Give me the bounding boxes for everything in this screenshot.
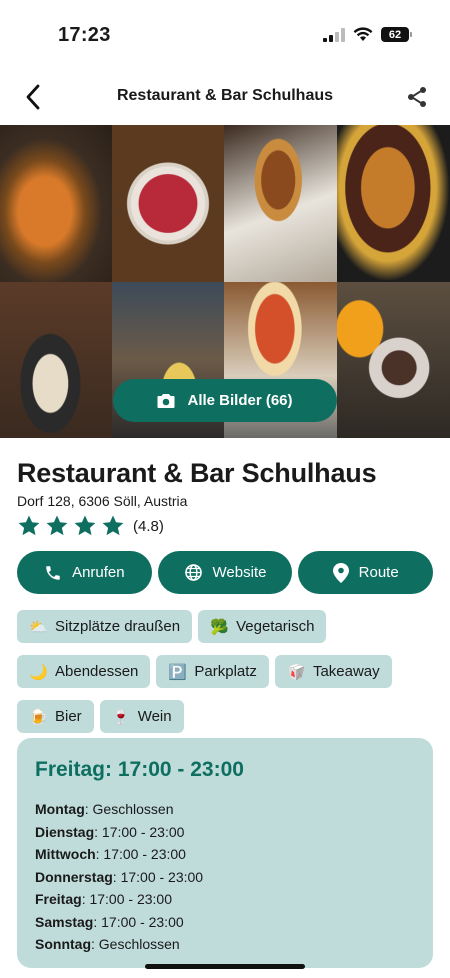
- status-time: 17:23: [58, 24, 111, 46]
- tag-dinner: 🌙 Abendessen: [17, 655, 151, 688]
- battery-icon: 62: [381, 27, 412, 42]
- photo-lava-cake[interactable]: [337, 282, 450, 438]
- camera-icon: [157, 393, 175, 408]
- hours-row-thursday: Donnerstag: 17:00 - 23:00: [35, 868, 204, 885]
- tag-vegetarian: 🥦 Vegetarisch: [198, 610, 327, 643]
- route-label: Route: [358, 564, 399, 581]
- share-icon: [408, 87, 426, 107]
- tag-label: Parkplatz: [194, 663, 257, 680]
- restaurant-address: Dorf 128, 6306 Söll, Austria: [17, 493, 188, 509]
- wifi-icon: [353, 27, 373, 41]
- rating: (4.8): [17, 514, 164, 538]
- tag-label: Sitzplätze draußen: [55, 618, 181, 635]
- broccoli-icon: 🥦: [210, 618, 229, 636]
- photo-carpaccio[interactable]: [112, 125, 224, 282]
- hours-row-monday: Montag: Geschlossen: [35, 801, 174, 817]
- hours-today: Freitag: 17:00 - 23:00: [35, 758, 244, 781]
- tag-label: Bier: [55, 708, 82, 725]
- wine-glass-icon: 🍷: [111, 708, 131, 726]
- takeout-box-icon: 🥡: [286, 663, 306, 681]
- share-button[interactable]: [402, 82, 432, 112]
- photo-burger-fries[interactable]: [224, 125, 337, 282]
- home-indicator[interactable]: [145, 964, 305, 969]
- tag-outdoor-seating: ⛅ Sitzplätze draußen: [17, 610, 193, 643]
- photo-burger[interactable]: [337, 125, 450, 282]
- hours-row-saturday: Samstag: 17:00 - 23:00: [35, 913, 184, 930]
- tag-beer: 🍺 Bier: [17, 700, 94, 733]
- opening-hours-card[interactable]: Freitag: 17:00 - 23:00 Montag: Geschloss…: [17, 738, 433, 968]
- rating-stars: [17, 514, 125, 538]
- action-buttons: Anrufen Website Route: [17, 551, 434, 594]
- all-images-label: Alle Bilder (66): [187, 392, 293, 409]
- back-button[interactable]: [18, 82, 48, 112]
- cellular-signal-icon: [323, 27, 345, 42]
- route-button[interactable]: Route: [298, 551, 434, 594]
- page-title: Restaurant & Bar Schulhaus: [116, 87, 334, 104]
- star-icon: [102, 515, 124, 536]
- tag-takeaway: 🥡 Takeaway: [274, 655, 392, 688]
- tag-label: Takeaway: [312, 663, 380, 680]
- chevron-left-icon: [26, 84, 40, 110]
- feature-tags: ⛅ Sitzplätze draußen 🥦 Vegetarisch 🌙 Abe…: [17, 610, 433, 733]
- sun-cloud-icon: ⛅: [29, 618, 48, 636]
- map-pin-icon: [332, 562, 349, 583]
- parking-icon: 🅿️: [168, 663, 188, 681]
- tag-wine: 🍷 Wein: [99, 700, 184, 733]
- photo-pasta[interactable]: [0, 282, 112, 438]
- hours-row-sunday: Sonntag: Geschlossen: [35, 936, 180, 952]
- beer-icon: 🍺: [29, 708, 48, 726]
- hours-row-wednesday: Mittwoch: 17:00 - 23:00: [35, 846, 186, 862]
- website-label: Website: [212, 564, 267, 581]
- tag-label: Vegetarisch: [236, 618, 315, 635]
- hours-row-tuesday: Dienstag: 17:00 - 23:00: [35, 823, 185, 840]
- star-icon: [74, 515, 96, 536]
- rating-value: (4.8): [133, 517, 164, 535]
- photo-curry-bowl[interactable]: [0, 125, 112, 282]
- status-icons: 62: [323, 27, 412, 42]
- all-images-button[interactable]: Alle Bilder (66): [113, 379, 337, 422]
- phone-icon: [46, 565, 60, 580]
- tag-label: Wein: [137, 708, 172, 725]
- battery-level: 62: [381, 27, 409, 42]
- tag-parking: 🅿️ Parkplatz: [156, 655, 269, 688]
- star-icon: [18, 515, 40, 536]
- call-label: Anrufen: [72, 564, 125, 581]
- nav-bar: Restaurant & Bar Schulhaus: [0, 72, 450, 122]
- call-button[interactable]: Anrufen: [17, 551, 152, 594]
- hours-row-friday: Freitag: 17:00 - 23:00: [35, 891, 172, 907]
- tag-label: Abendessen: [55, 663, 139, 680]
- star-icon: [46, 515, 68, 536]
- restaurant-name: Restaurant & Bar Schulhaus: [17, 458, 377, 488]
- website-button[interactable]: Website: [157, 551, 293, 594]
- globe-icon: [184, 564, 202, 581]
- moon-icon: 🌙: [29, 663, 48, 681]
- status-bar: 17:23 62: [0, 0, 450, 70]
